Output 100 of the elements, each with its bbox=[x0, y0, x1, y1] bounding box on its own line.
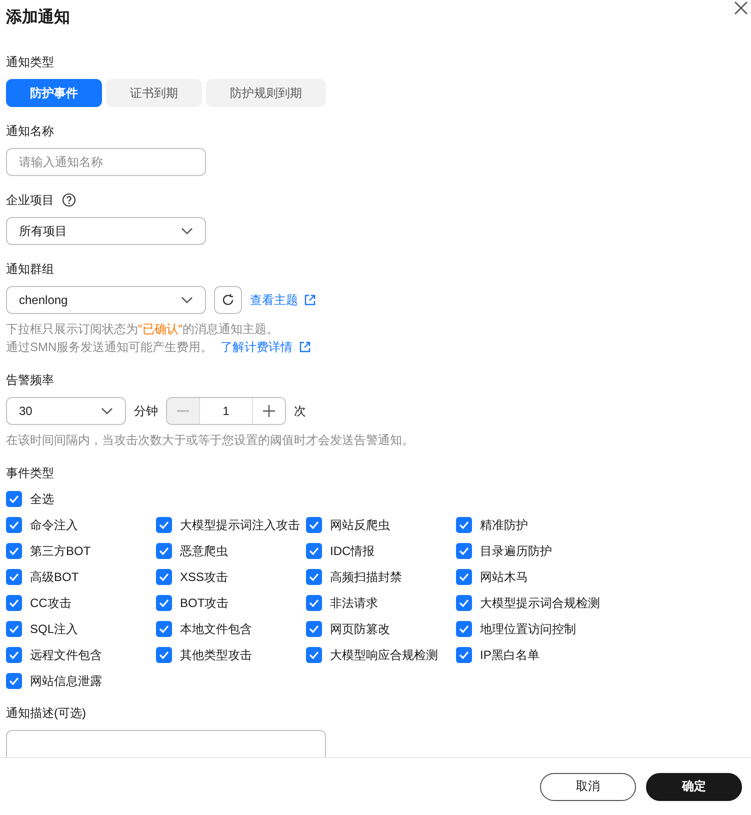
check-icon bbox=[159, 573, 169, 581]
checkbox[interactable] bbox=[156, 569, 172, 585]
checkbox[interactable] bbox=[6, 595, 22, 611]
external-link-icon bbox=[304, 294, 316, 306]
checkbox[interactable] bbox=[6, 673, 22, 689]
checkbox-label: 高级BOT bbox=[30, 568, 79, 586]
billing-link[interactable]: 了解计费详情 bbox=[220, 338, 311, 356]
check-icon bbox=[459, 599, 469, 607]
check-icon bbox=[9, 521, 19, 529]
hint-text: 下拉框只展示订阅状态为"已确认"的消息通知主题。 bbox=[6, 321, 280, 338]
checkbox-label: 网站信息泄露 bbox=[30, 672, 102, 690]
checkbox-label: IP黑白名单 bbox=[480, 646, 540, 664]
checkbox[interactable] bbox=[456, 621, 472, 637]
check-icon bbox=[159, 521, 169, 529]
checkbox[interactable] bbox=[306, 647, 322, 663]
close-icon[interactable] bbox=[733, 0, 749, 16]
check-icon bbox=[309, 521, 319, 529]
checkbox-label: 本地文件包含 bbox=[180, 620, 252, 638]
checkbox-label: IDC情报 bbox=[330, 542, 375, 560]
checkbox-label: 目录遍历防护 bbox=[480, 542, 552, 560]
checkbox[interactable] bbox=[156, 517, 172, 533]
unit-label: 分钟 bbox=[134, 402, 158, 420]
type-tab[interactable]: 防护事件 bbox=[6, 79, 102, 107]
checkbox-label: 网页防篡改 bbox=[330, 620, 390, 638]
check-icon bbox=[459, 521, 469, 529]
checkbox[interactable] bbox=[156, 543, 172, 559]
checkbox[interactable] bbox=[6, 621, 22, 637]
project-select[interactable]: 所有项目 bbox=[6, 217, 206, 245]
field-label: 告警频率 bbox=[6, 372, 54, 389]
checkbox-label: 地理位置访问控制 bbox=[480, 620, 576, 638]
view-topic-link[interactable]: 查看主题 bbox=[250, 292, 316, 308]
checkbox[interactable] bbox=[306, 543, 322, 559]
field-label: 事件类型 bbox=[6, 465, 54, 482]
checkbox[interactable] bbox=[156, 621, 172, 637]
check-icon bbox=[459, 547, 469, 555]
checkbox[interactable] bbox=[456, 517, 472, 533]
checkbox-label: 高频扫描封禁 bbox=[330, 568, 402, 586]
checkbox-label: 命令注入 bbox=[30, 516, 78, 534]
checkbox[interactable] bbox=[156, 595, 172, 611]
checkbox[interactable] bbox=[456, 595, 472, 611]
checkbox-label: 远程文件包含 bbox=[30, 646, 102, 664]
check-icon bbox=[9, 573, 19, 581]
check-icon bbox=[459, 625, 469, 633]
checkbox[interactable] bbox=[306, 569, 322, 585]
check-icon bbox=[9, 495, 19, 503]
checkbox-label: 全选 bbox=[30, 490, 54, 508]
plus-icon bbox=[263, 405, 275, 417]
checkbox-label: 网站木马 bbox=[480, 568, 528, 586]
field-label: 通知名称 bbox=[6, 123, 54, 140]
count-stepper[interactable]: 1 bbox=[166, 397, 286, 425]
check-icon bbox=[309, 625, 319, 633]
checkbox[interactable] bbox=[456, 647, 472, 663]
help-icon[interactable] bbox=[62, 193, 76, 207]
checkbox-label: 网站反爬虫 bbox=[330, 516, 390, 534]
checkbox-label: 其他类型攻击 bbox=[180, 646, 252, 664]
checkbox-label: SQL注入 bbox=[30, 620, 78, 638]
cancel-button[interactable]: 取消 bbox=[540, 772, 636, 800]
check-icon bbox=[159, 651, 169, 659]
checkbox-label: 恶意爬虫 bbox=[180, 542, 228, 560]
refresh-button[interactable] bbox=[214, 286, 242, 314]
type-tab[interactable]: 证书到期 bbox=[106, 79, 202, 107]
check-icon bbox=[459, 573, 469, 581]
minus-icon bbox=[177, 410, 189, 412]
checkbox[interactable] bbox=[456, 543, 472, 559]
checkbox-label: XSS攻击 bbox=[180, 568, 228, 586]
field-label: 通知类型 bbox=[6, 54, 54, 71]
checkbox[interactable] bbox=[306, 517, 322, 533]
type-tab[interactable]: 防护规则到期 bbox=[206, 79, 326, 107]
chevron-down-icon bbox=[181, 296, 193, 304]
chevron-down-icon bbox=[181, 227, 193, 235]
checkbox[interactable] bbox=[456, 569, 472, 585]
checkbox[interactable] bbox=[156, 647, 172, 663]
check-icon bbox=[459, 651, 469, 659]
check-icon bbox=[309, 573, 319, 581]
group-select[interactable]: chenlong bbox=[6, 286, 206, 314]
check-icon bbox=[9, 625, 19, 633]
checkbox-label: BOT攻击 bbox=[180, 594, 229, 612]
checkbox[interactable] bbox=[6, 543, 22, 559]
checkbox[interactable] bbox=[6, 517, 22, 533]
refresh-icon bbox=[221, 293, 235, 307]
dialog-title: 添加通知 bbox=[6, 8, 70, 28]
hint-text: 在该时间间隔内，当攻击次数大于或等于您设置的阈值时才会发送告警通知。 bbox=[6, 432, 415, 449]
checkbox-label: 第三方BOT bbox=[30, 542, 91, 560]
checkbox[interactable] bbox=[306, 621, 322, 637]
checkbox-label: 大模型提示词注入攻击 bbox=[180, 516, 300, 534]
checkbox-label: 精准防护 bbox=[480, 516, 528, 534]
interval-select[interactable]: 30 bbox=[6, 397, 126, 425]
checkbox[interactable] bbox=[6, 569, 22, 585]
checkbox[interactable] bbox=[6, 491, 22, 507]
checkbox[interactable] bbox=[306, 595, 322, 611]
checkbox[interactable] bbox=[6, 647, 22, 663]
check-icon bbox=[159, 547, 169, 555]
check-icon bbox=[159, 625, 169, 633]
check-icon bbox=[159, 599, 169, 607]
field-label: 通知描述(可选) bbox=[6, 705, 86, 722]
check-icon bbox=[309, 651, 319, 659]
name-field[interactable]: 请输入通知名称 bbox=[6, 148, 206, 176]
checkbox-label: 非法请求 bbox=[330, 594, 378, 612]
external-link-icon bbox=[298, 341, 311, 353]
confirm-button[interactable]: 确定 bbox=[646, 772, 742, 800]
